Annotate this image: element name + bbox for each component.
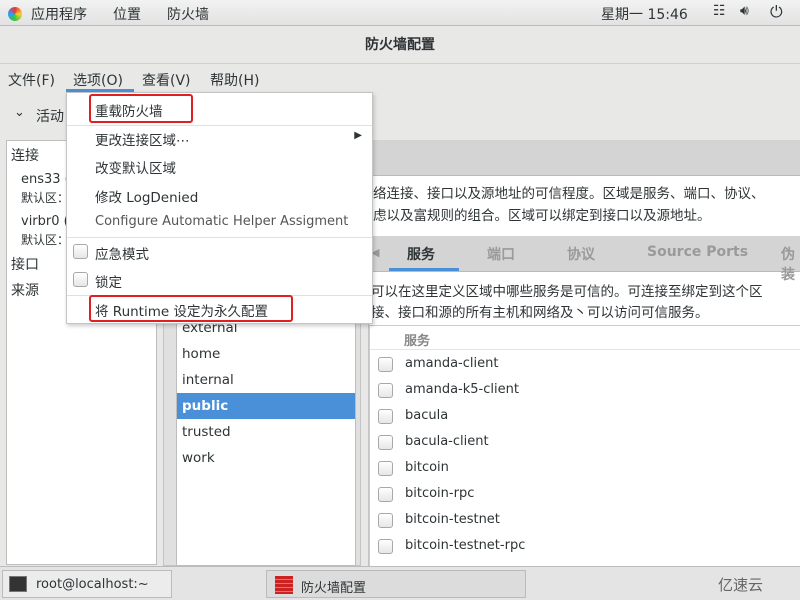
menu-item-log-denied[interactable]: 修改 LogDenied xyxy=(67,181,372,209)
service-checkbox[interactable] xyxy=(378,435,393,450)
service-row[interactable]: bitcoin xyxy=(370,456,800,482)
service-row[interactable]: amanda-k5-client xyxy=(370,378,800,404)
menu-bar: 文件(F) 选项(O) 查看(V) 帮助(H) xyxy=(0,64,800,92)
zone-item[interactable]: home xyxy=(177,341,355,367)
tab-source-ports[interactable]: Source Ports xyxy=(647,244,748,260)
apps-logo-icon xyxy=(8,7,22,21)
active-binding-toggle[interactable]: 活动 xyxy=(36,106,64,126)
taskbar-item-label: 防火墙配置 xyxy=(301,581,367,596)
tab-bar: ◀ 服务 端口 协议 Source Ports 伪装 xyxy=(369,236,800,283)
service-name: amanda-k5-client xyxy=(405,382,519,397)
services-description-line: 可以在这里定义区域中哪些服务是可信的。可连接至绑定到这个区 xyxy=(371,284,763,300)
tab-services[interactable]: 服务 xyxy=(407,244,435,264)
service-name: amanda-client xyxy=(405,356,499,371)
service-checkbox[interactable] xyxy=(378,539,393,554)
zone-description-line: 虑以及富规则的组合。区域可以绑定到接口以及源地址。 xyxy=(373,208,711,224)
highlight-box xyxy=(89,94,193,123)
service-checkbox[interactable] xyxy=(378,357,393,372)
menu-file[interactable]: 文件(F) xyxy=(8,70,55,90)
taskbar-item-label: root@localhost:~ xyxy=(36,577,149,592)
places-menu[interactable]: 位置 xyxy=(113,4,141,24)
connection-ens33-zone: 默认区： xyxy=(21,191,70,205)
watermark: 亿速云 xyxy=(718,576,764,594)
menu-item-label: 应急模式 xyxy=(95,247,149,263)
services-list: 服务 amanda-client amanda-k5-client bacula… xyxy=(369,325,800,566)
service-checkbox[interactable] xyxy=(378,461,393,476)
window-title: 防火墙配置 xyxy=(0,27,800,64)
service-checkbox[interactable] xyxy=(378,383,393,398)
panic-mode-checkbox[interactable] xyxy=(73,244,88,259)
top-bar: 应用程序 位置 防火墙 星期一 15:46 ☷ 🔊︎ ⏻ xyxy=(0,0,800,26)
menu-item-label: Configure Automatic Helper Assigment xyxy=(95,214,349,229)
menu-item-lockdown[interactable]: 锁定 xyxy=(67,266,372,294)
taskbar-item-firewall[interactable]: 防火墙配置 xyxy=(266,570,526,598)
menu-item-label: 锁定 xyxy=(95,275,122,291)
app-menu[interactable]: 防火墙 xyxy=(167,4,209,24)
service-row[interactable]: bitcoin-rpc xyxy=(370,482,800,508)
options-menu: 重载防火墙 更改连接区域⋯ ▶ 改变默认区域 修改 LogDenied Confi… xyxy=(66,92,373,324)
service-row[interactable]: bacula-client xyxy=(370,430,800,456)
service-name: bitcoin-rpc xyxy=(405,486,475,501)
zone-item[interactable]: internal xyxy=(177,367,355,393)
service-name: bacula xyxy=(405,408,449,423)
lockdown-checkbox[interactable] xyxy=(73,272,88,287)
service-name: bitcoin xyxy=(405,460,449,475)
volume-icon[interactable]: 🔊︎ xyxy=(740,3,749,19)
menu-view[interactable]: 查看(V) xyxy=(142,70,191,90)
services-header-label: 服务 xyxy=(404,334,431,349)
tab-ports[interactable]: 端口 xyxy=(487,244,515,264)
submenu-arrow-icon: ▶ xyxy=(354,130,362,141)
connection-virbr0[interactable]: virbr0 ( xyxy=(21,214,69,229)
connection-virbr0-zone: 默认区： xyxy=(21,233,70,247)
interfaces-label[interactable]: 接口 xyxy=(11,254,39,274)
service-row[interactable]: amanda-client xyxy=(370,352,800,378)
apps-menu[interactable]: 应用程序 xyxy=(31,4,87,24)
menu-item-label: 改变默认区域 xyxy=(95,161,176,177)
zone-detail-panel: 络连接、接口以及源地址的可信程度。区域是服务、端口、协议、 虑以及富规则的组合。… xyxy=(368,140,800,566)
tab-masquerade[interactable]: 伪装 xyxy=(781,244,800,284)
zone-header xyxy=(369,140,800,176)
sources-label[interactable]: 来源 xyxy=(11,280,39,300)
menu-item-change-default-zone[interactable]: 改变默认区域 xyxy=(67,152,372,180)
menu-item-helper-assignment[interactable]: Configure Automatic Helper Assigment xyxy=(67,209,372,237)
tab-protocols[interactable]: 协议 xyxy=(567,244,595,264)
service-checkbox[interactable] xyxy=(378,513,393,528)
network-icon[interactable]: ☷ xyxy=(713,3,726,19)
menu-item-panic-mode[interactable]: 应急模式 xyxy=(67,238,372,266)
taskbar-item-terminal[interactable]: root@localhost:~ xyxy=(2,570,172,598)
service-name: bitcoin-testnet-rpc xyxy=(405,538,526,553)
connection-ens33[interactable]: ens33 ( xyxy=(21,172,70,187)
menu-item-label: 修改 LogDenied xyxy=(95,190,199,206)
service-row[interactable]: bacula xyxy=(370,404,800,430)
service-row[interactable]: bitcoin-testnet xyxy=(370,508,800,534)
clock[interactable]: 星期一 15:46 xyxy=(601,4,688,24)
service-checkbox[interactable] xyxy=(378,487,393,502)
zone-item-selected[interactable]: public xyxy=(177,393,355,419)
connections-label: 连接 xyxy=(11,148,39,164)
zone-item[interactable]: trusted xyxy=(177,419,355,445)
taskbar: root@localhost:~ 防火墙配置 亿速云 xyxy=(0,566,800,600)
service-name: bitcoin-testnet xyxy=(405,512,500,527)
zone-description-line: 络连接、接口以及源地址的可信程度。区域是服务、端口、协议、 xyxy=(373,186,765,202)
service-checkbox[interactable] xyxy=(378,409,393,424)
active-tab-indicator xyxy=(389,268,459,271)
highlight-box xyxy=(89,295,293,322)
power-icon[interactable]: ⏻ xyxy=(770,2,783,22)
service-row[interactable]: bitcoin-testnet-rpc xyxy=(370,534,800,560)
terminal-icon xyxy=(9,576,27,592)
services-description-line: 接、接口和源的所有主机和网络及丶可以访问可信服务。 xyxy=(371,305,709,321)
menu-options[interactable]: 选项(O) xyxy=(73,70,123,90)
menu-item-label: 更改连接区域⋯ xyxy=(95,133,190,149)
firewall-icon xyxy=(275,576,293,594)
chevron-down-icon[interactable]: ⌄ xyxy=(14,105,25,120)
menu-item-change-connection-zone[interactable]: 更改连接区域⋯ ▶ xyxy=(67,124,372,152)
services-column-header[interactable]: 服务 xyxy=(370,326,800,350)
service-name: bacula-client xyxy=(405,434,489,449)
menu-help[interactable]: 帮助(H) xyxy=(210,70,259,90)
zone-item[interactable]: work xyxy=(177,445,355,471)
